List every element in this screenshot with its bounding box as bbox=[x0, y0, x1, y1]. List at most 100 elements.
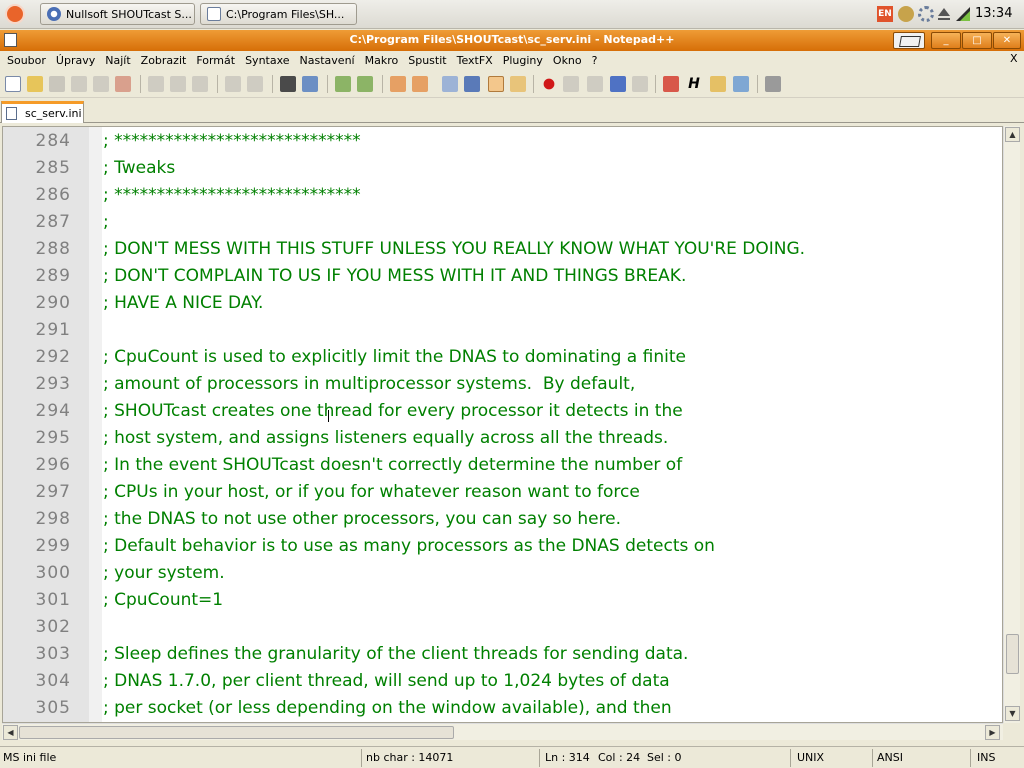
code-text[interactable]: ; Sleep defines the granularity of the c… bbox=[103, 641, 688, 668]
folder-icon[interactable] bbox=[710, 76, 726, 92]
code-line[interactable]: 305 ; per socket (or less depending on th… bbox=[3, 695, 1002, 722]
eject-icon[interactable] bbox=[936, 6, 952, 22]
menu-syntaxe[interactable]: Syntaxe bbox=[240, 54, 294, 67]
menu-zobrazit[interactable]: Zobrazit bbox=[136, 54, 192, 67]
roll-up-button[interactable] bbox=[893, 32, 925, 49]
copy-icon[interactable] bbox=[170, 76, 186, 92]
code-text[interactable]: ; amount of processors in multiprocessor… bbox=[103, 371, 635, 398]
scroll-left-arrow-icon[interactable]: ◀ bbox=[3, 725, 18, 740]
code-line[interactable]: 291 bbox=[3, 317, 1002, 344]
clock[interactable]: 13:34 bbox=[975, 6, 1012, 21]
code-text[interactable]: ; per socket (or less depending on the w… bbox=[103, 695, 672, 722]
code-line[interactable]: 292 ; CpuCount is used to explicitly limi… bbox=[3, 344, 1002, 371]
play-macro-multiple-icon[interactable] bbox=[610, 76, 626, 92]
sync-horizontal-icon[interactable] bbox=[412, 76, 428, 92]
find-icon[interactable] bbox=[280, 76, 296, 92]
close-file-icon[interactable] bbox=[93, 76, 109, 92]
horizontal-scrollbar[interactable]: ◀ ▶ bbox=[2, 723, 1003, 740]
network-icon[interactable] bbox=[955, 6, 971, 22]
zoom-out-icon[interactable] bbox=[357, 76, 373, 92]
open-file-icon[interactable] bbox=[27, 76, 43, 92]
code-text[interactable]: ; bbox=[103, 209, 109, 236]
menu-upravy[interactable]: Úpravy bbox=[51, 54, 100, 67]
code-text[interactable]: ; CpuCount is used to explicitly limit t… bbox=[103, 344, 686, 371]
vertical-scrollbar[interactable]: ▲ ▼ bbox=[1003, 126, 1020, 723]
code-line[interactable]: 300 ; your system. bbox=[3, 560, 1002, 587]
code-text[interactable]: ; HAVE A NICE DAY. bbox=[103, 290, 263, 317]
menu-help[interactable]: ? bbox=[587, 54, 603, 67]
scroll-down-arrow-icon[interactable]: ▼ bbox=[1005, 706, 1020, 721]
settings-icon[interactable] bbox=[918, 6, 934, 22]
scroll-right-arrow-icon[interactable]: ▶ bbox=[985, 725, 1000, 740]
record-macro-icon[interactable] bbox=[541, 76, 557, 92]
code-text[interactable]: ; ***************************** bbox=[103, 182, 361, 209]
maximize-button[interactable]: □ bbox=[962, 32, 992, 49]
code-line[interactable]: 288 ; DON'T MESS WITH THIS STUFF UNLESS Y… bbox=[3, 236, 1002, 263]
taskbar-item-notepad[interactable]: C:\Program Files\SH... bbox=[200, 3, 357, 25]
word-wrap-icon[interactable] bbox=[442, 76, 458, 92]
code-line[interactable]: 296 ; In the event SHOUTcast doesn't corr… bbox=[3, 452, 1002, 479]
minimize-button[interactable]: _ bbox=[931, 32, 961, 49]
indent-guide-icon[interactable] bbox=[488, 76, 504, 92]
menu-soubor[interactable]: Soubor bbox=[2, 54, 51, 67]
redo-icon[interactable] bbox=[247, 76, 263, 92]
code-line[interactable]: 299 ; Default behavior is to use as many … bbox=[3, 533, 1002, 560]
code-text[interactable]: ; DON'T MESS WITH THIS STUFF UNLESS YOU … bbox=[103, 236, 805, 263]
replace-icon[interactable] bbox=[302, 76, 318, 92]
ubuntu-logo-icon[interactable] bbox=[5, 4, 25, 24]
menu-nastaveni[interactable]: Nastavení bbox=[295, 54, 360, 67]
tab-sc-serv-ini[interactable]: sc_serv.ini bbox=[1, 101, 84, 123]
undo-icon[interactable] bbox=[225, 76, 241, 92]
code-text[interactable]: ; host system, and assigns listeners equ… bbox=[103, 425, 668, 452]
scroll-up-arrow-icon[interactable]: ▲ bbox=[1005, 127, 1020, 142]
close-document-button[interactable]: X bbox=[1010, 52, 1018, 65]
code-text[interactable]: ; In the event SHOUTcast doesn't correct… bbox=[103, 452, 682, 479]
menu-najit[interactable]: Najít bbox=[100, 54, 135, 67]
spell-check-icon[interactable] bbox=[733, 76, 749, 92]
code-line[interactable]: 284 ; ***************************** bbox=[3, 128, 1002, 155]
zoom-in-icon[interactable] bbox=[335, 76, 351, 92]
code-line[interactable]: 295 ; host system, and assigns listeners … bbox=[3, 425, 1002, 452]
cut-icon[interactable] bbox=[148, 76, 164, 92]
save-all-icon[interactable] bbox=[71, 76, 87, 92]
code-text[interactable]: ; DON'T COMPLAIN TO US IF YOU MESS WITH … bbox=[103, 263, 686, 290]
menu-textfx[interactable]: TextFX bbox=[452, 54, 498, 67]
code-text[interactable]: ; the DNAS to not use other processors, … bbox=[103, 506, 621, 533]
code-line[interactable]: 289 ; DON'T COMPLAIN TO US IF YOU MESS WI… bbox=[3, 263, 1002, 290]
menu-okno[interactable]: Okno bbox=[548, 54, 587, 67]
weather-icon[interactable] bbox=[898, 6, 914, 22]
user-language-icon[interactable] bbox=[510, 76, 526, 92]
tidy-icon[interactable] bbox=[663, 76, 679, 92]
show-all-characters-icon[interactable] bbox=[464, 76, 480, 92]
horizontal-scroll-thumb[interactable] bbox=[19, 726, 454, 739]
code-text[interactable]: ; Tweaks bbox=[103, 155, 175, 182]
menu-spustit[interactable]: Spustit bbox=[403, 54, 451, 67]
html-tag-icon[interactable]: H bbox=[686, 76, 702, 92]
code-text[interactable]: ; CpuCount=1 bbox=[103, 587, 223, 614]
code-line[interactable]: 298 ; the DNAS to not use other processor… bbox=[3, 506, 1002, 533]
close-all-icon[interactable] bbox=[115, 76, 131, 92]
stop-macro-icon[interactable] bbox=[563, 76, 579, 92]
code-text[interactable]: ; DNAS 1.7.0, per client thread, will se… bbox=[103, 668, 670, 695]
save-macro-icon[interactable] bbox=[632, 76, 648, 92]
play-macro-icon[interactable] bbox=[587, 76, 603, 92]
code-line[interactable]: 297 ; CPUs in your host, or if you for wh… bbox=[3, 479, 1002, 506]
code-line[interactable]: 303 ; Sleep defines the granularity of th… bbox=[3, 641, 1002, 668]
code-line[interactable]: 290 ; HAVE A NICE DAY. bbox=[3, 290, 1002, 317]
code-line[interactable]: 286 ; ***************************** bbox=[3, 182, 1002, 209]
save-icon[interactable] bbox=[49, 76, 65, 92]
menu-format[interactable]: Formát bbox=[191, 54, 240, 67]
sync-vertical-icon[interactable] bbox=[390, 76, 406, 92]
code-text[interactable]: ; your system. bbox=[103, 560, 225, 587]
code-line[interactable]: 302 bbox=[3, 614, 1002, 641]
code-text[interactable]: ; Default behavior is to use as many pro… bbox=[103, 533, 715, 560]
taskbar-item-shoutcast[interactable]: Nullsoft SHOUTcast S... bbox=[40, 3, 195, 25]
new-file-icon[interactable] bbox=[5, 76, 21, 92]
window-titlebar[interactable]: C:\Program Files\SHOUTcast\sc_serv.ini -… bbox=[0, 30, 1024, 51]
paste-icon[interactable] bbox=[192, 76, 208, 92]
vertical-scroll-thumb[interactable] bbox=[1006, 634, 1019, 674]
code-text[interactable]: ; ***************************** bbox=[103, 128, 361, 155]
print-icon[interactable] bbox=[765, 76, 781, 92]
code-text[interactable]: ; SHOUTcast creates one thread for every… bbox=[103, 398, 683, 425]
code-line[interactable]: 301 ; CpuCount=1 bbox=[3, 587, 1002, 614]
